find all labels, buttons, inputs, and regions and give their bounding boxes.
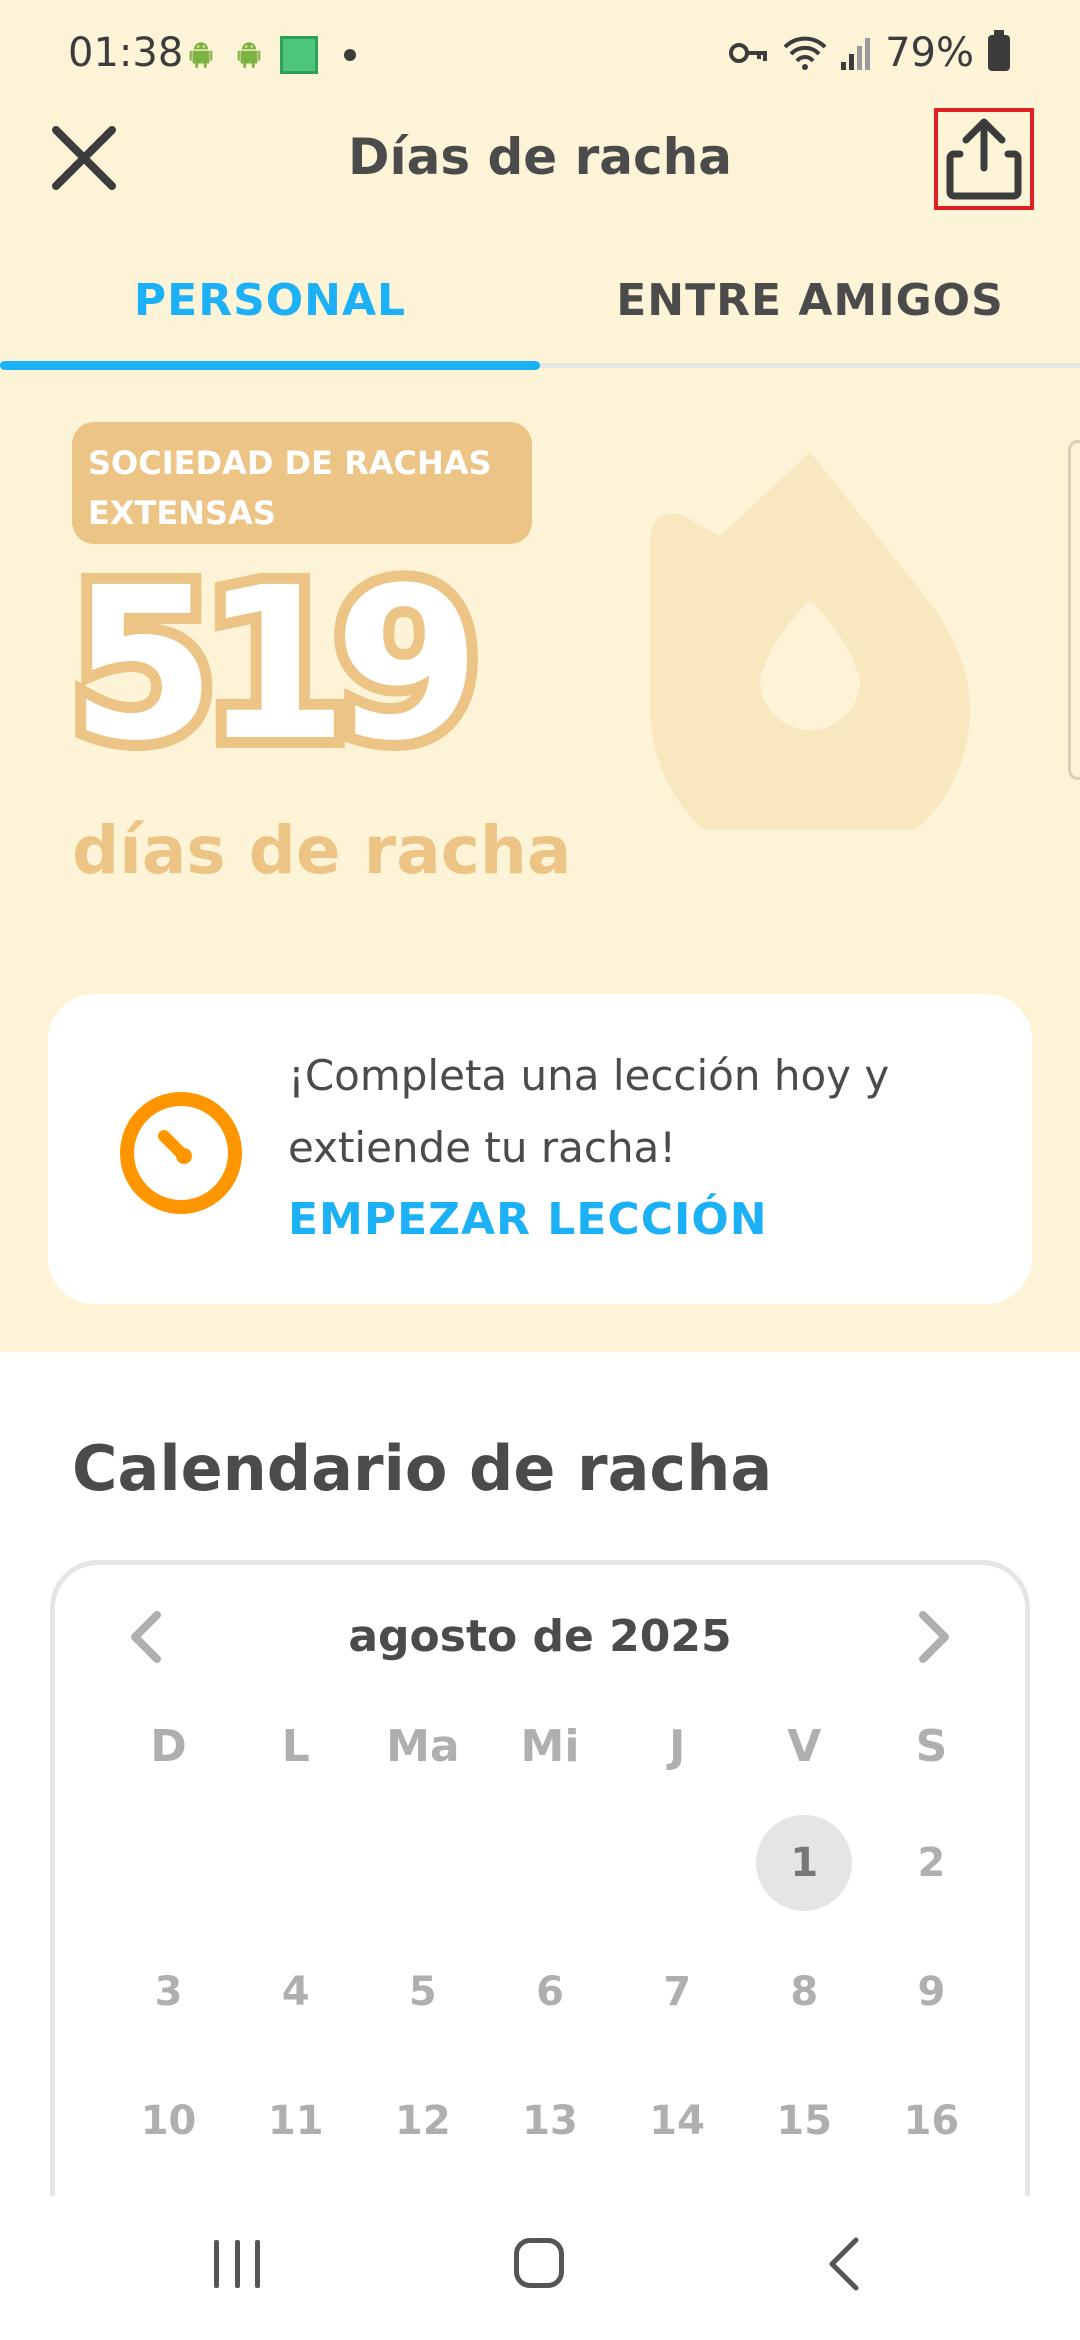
weekday-label: L <box>281 1721 310 1772</box>
day-number: 1 <box>756 1815 853 1911</box>
status-bar: 01:38 79% <box>0 0 1080 110</box>
calendar-days: 1 2 3 4 5 6 7 8 9 10 11 12 13 14 15 16 <box>105 1815 995 2202</box>
timer-icon <box>120 1092 242 1214</box>
weekday-label: D <box>150 1721 187 1772</box>
calendar-day[interactable]: 16 <box>868 2073 995 2202</box>
home-button[interactable] <box>514 2238 564 2288</box>
day-number: 6 <box>536 1969 564 2015</box>
day-number: 4 <box>281 1969 310 2015</box>
calendar-day[interactable]: 4 <box>232 1944 359 2073</box>
signal-icon <box>841 38 871 70</box>
calendar-day[interactable]: 8 <box>741 1944 868 2073</box>
day-number: 7 <box>663 1969 692 2015</box>
share-button[interactable] <box>934 108 1034 210</box>
calendar-day[interactable]: 10 <box>105 2073 232 2202</box>
battery-percent: 79% <box>885 30 974 76</box>
day-number: 12 <box>395 2098 451 2144</box>
android-icon <box>237 42 261 68</box>
day-number: 13 <box>522 2098 578 2144</box>
day-number: 10 <box>140 2098 197 2144</box>
calendar-blank <box>486 1815 613 1944</box>
weekday-label: V <box>787 1721 822 1772</box>
calendar-day-today[interactable]: 1 <box>741 1815 868 1944</box>
lesson-card: ¡Completa una lección hoy y extiende tu … <box>48 994 1032 1304</box>
calendar-day[interactable]: 5 <box>359 1944 486 2073</box>
day-number: 5 <box>408 1969 437 2015</box>
calendar-day[interactable]: 9 <box>868 1944 995 2073</box>
flame-icon <box>650 452 970 830</box>
next-card-edge <box>1068 440 1080 780</box>
day-number: 2 <box>917 1840 946 1886</box>
recents-button[interactable] <box>214 2240 260 2288</box>
calendar-day[interactable]: 13 <box>486 2073 613 2202</box>
streak-count: 519 <box>59 542 491 787</box>
calendar-heading: Calendario de racha <box>72 1432 773 1505</box>
calendar-day[interactable]: 11 <box>232 2073 359 2202</box>
calendar-blank <box>614 1815 741 1944</box>
society-badge[interactable]: SOCIEDAD DE RACHAS EXTENSAS <box>72 422 532 544</box>
day-number: 9 <box>917 1969 946 2015</box>
streak-calendar: agosto de 2025 D L Ma Mi J V S 1 2 3 4 5… <box>50 1560 1030 2300</box>
chevron-right-icon[interactable] <box>909 1607 959 1667</box>
wifi-icon <box>783 36 827 70</box>
system-nav-bar <box>0 2196 1080 2340</box>
day-number: 16 <box>903 2098 960 2144</box>
dot-icon <box>344 49 356 61</box>
app-icon <box>280 36 318 74</box>
lesson-message: ¡Completa una lección hoy y extiende tu … <box>288 1051 890 1172</box>
calendar-day[interactable]: 12 <box>359 2073 486 2202</box>
battery-icon <box>988 30 1010 71</box>
weekday-label: Ma <box>386 1721 460 1772</box>
calendar-day[interactable]: 14 <box>614 2073 741 2202</box>
share-icon <box>946 118 1022 200</box>
tab-bar: PERSONAL ENTRE AMIGOS <box>0 250 1080 375</box>
calendar-day[interactable]: 6 <box>486 1944 613 2073</box>
system-icons: 79% <box>729 30 1010 76</box>
day-number: 3 <box>154 1969 183 2015</box>
calendar-day[interactable]: 7 <box>614 1944 741 2073</box>
calendar-day[interactable]: 3 <box>105 1944 232 2073</box>
day-number: 11 <box>267 2098 324 2144</box>
calendar-blank <box>359 1815 486 1944</box>
weekday-label: Mi <box>520 1721 580 1772</box>
calendar-blank <box>232 1815 359 1944</box>
calendar-blank <box>105 1815 232 1944</box>
back-button[interactable] <box>826 2236 862 2292</box>
tab-personal[interactable]: PERSONAL <box>0 275 540 326</box>
tab-entre-amigos[interactable]: ENTRE AMIGOS <box>540 275 1080 326</box>
day-number: 8 <box>790 1969 819 2015</box>
weekday-row: D L Ma Mi J V S <box>105 1721 995 1772</box>
notification-icons <box>184 36 356 74</box>
weekday-label: J <box>668 1721 686 1772</box>
android-icon <box>189 42 213 68</box>
calendar-day[interactable]: 15 <box>741 2073 868 2202</box>
streak-label: días de racha <box>72 812 572 889</box>
active-tab-indicator <box>0 361 540 370</box>
day-number: 14 <box>649 2098 705 2144</box>
calendar-day[interactable]: 2 <box>868 1815 995 1944</box>
calendar-month: agosto de 2025 <box>348 1611 732 1662</box>
status-time: 01:38 <box>68 30 184 76</box>
day-number: 15 <box>776 2098 833 2144</box>
start-lesson-button[interactable]: EMPEZAR LECCIÓN <box>288 1194 768 1245</box>
weekday-label: S <box>915 1721 948 1772</box>
key-icon <box>729 43 768 63</box>
page-title: Días de racha <box>347 128 733 186</box>
